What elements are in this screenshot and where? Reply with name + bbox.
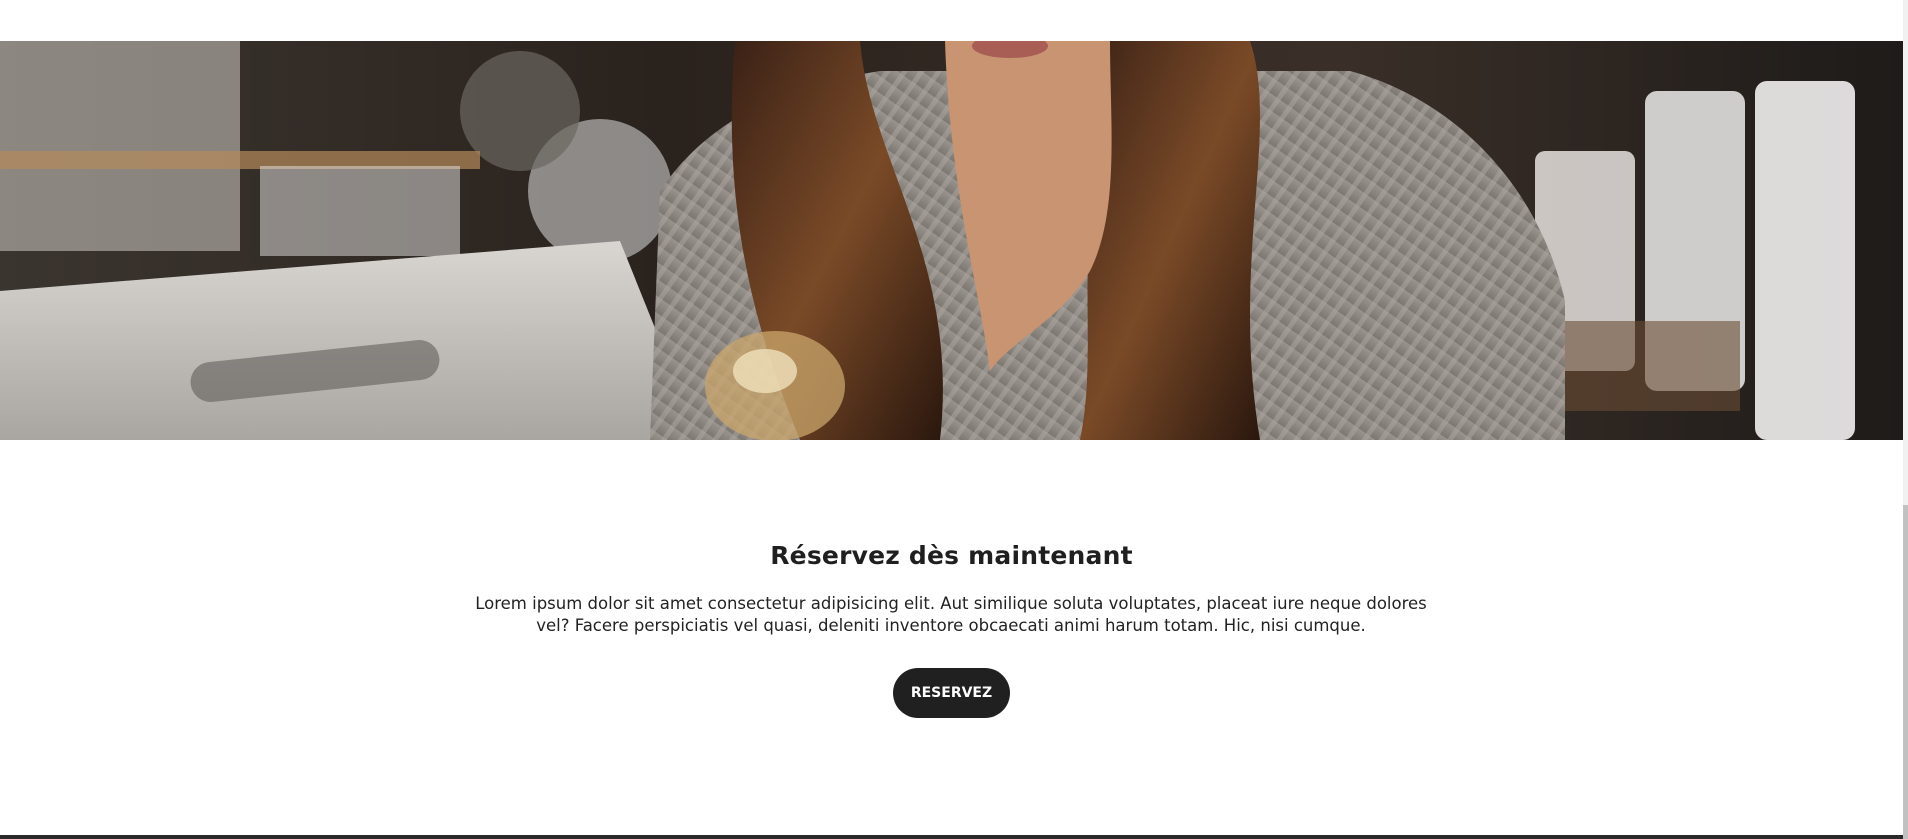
section-title: Réservez dès maintenant: [770, 541, 1133, 570]
hero-photo-illustration: [0, 41, 1903, 440]
footer-divider: [0, 835, 1903, 839]
page: Réservez dès maintenant Lorem ipsum dolo…: [0, 0, 1908, 839]
scrollbar-thumb[interactable]: [1903, 505, 1908, 839]
reservation-section: Réservez dès maintenant Lorem ipsum dolo…: [0, 440, 1903, 835]
reserve-button[interactable]: RESERVEZ: [893, 668, 1010, 718]
hero-photo: [0, 41, 1903, 440]
section-description: Lorem ipsum dolor sit amet consectetur a…: [475, 594, 1427, 635]
page-scrollbar[interactable]: [1903, 0, 1908, 839]
